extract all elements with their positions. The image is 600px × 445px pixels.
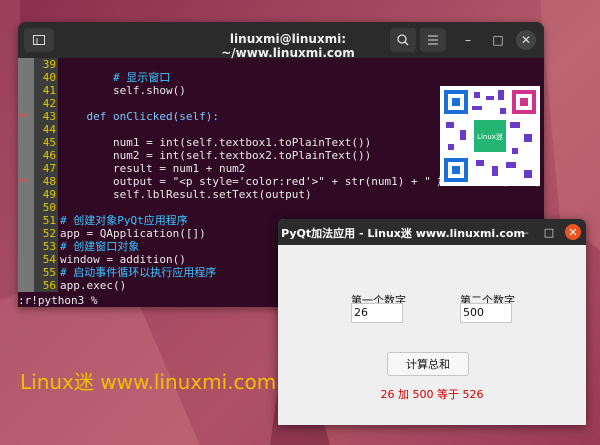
line-number: 44 xyxy=(34,123,58,136)
sign-column xyxy=(18,253,34,266)
close-button[interactable]: ✕ xyxy=(516,30,536,50)
code-text: # 启动事件循环以执行应用程序 xyxy=(60,266,217,279)
vim-command-line: :r!python3 % xyxy=(18,294,98,307)
qr-code: Linux迷 xyxy=(440,86,540,186)
terminal-titlebar: linuxmi@linuxmi: ~/www.linuxmi.com – □ ✕ xyxy=(18,22,544,60)
code-text: self.lblResult.setText(output) xyxy=(60,188,312,201)
code-text: self.show() xyxy=(60,84,186,97)
search-button[interactable] xyxy=(390,28,416,52)
result-label: 26 加 500 等于 526 xyxy=(380,388,484,401)
code-text: app = QApplication([]) xyxy=(60,227,206,240)
dialog-close-button[interactable]: ✕ xyxy=(565,224,581,240)
line-number: 47 xyxy=(34,162,58,175)
sign-column xyxy=(18,123,34,136)
line-number: 40 xyxy=(34,71,58,84)
watermark: Linux迷 www.linuxmi.com xyxy=(20,370,277,394)
code-text: # 创建对象PyQt应用程序 xyxy=(60,214,188,227)
line-number: 55 xyxy=(34,266,58,279)
sign-column: >> xyxy=(18,175,34,188)
code-text: app.exec() xyxy=(60,279,127,292)
line-number: 45 xyxy=(34,136,58,149)
line-number: 41 xyxy=(34,84,58,97)
line-number: 53 xyxy=(34,240,58,253)
line-number: 42 xyxy=(34,97,58,110)
sign-column xyxy=(18,188,34,201)
sign-column xyxy=(18,266,34,279)
hamburger-icon xyxy=(428,35,438,45)
line-number: 50 xyxy=(34,201,58,214)
line-number: 51 xyxy=(34,214,58,227)
sign-column xyxy=(18,71,34,84)
line-number: 39 xyxy=(34,58,58,71)
sign-column: >> xyxy=(18,110,34,123)
pyqt-dialog[interactable]: PyQt加法应用 - Linux迷 www.linuxmi.com – □ ✕ … xyxy=(278,219,586,425)
code-text: num1 = int(self.textbox1.toPlainText()) xyxy=(60,136,372,149)
calculate-sum-button[interactable]: 计算总和 xyxy=(387,352,469,376)
line-number: 56 xyxy=(34,279,58,292)
terminal-title: linuxmi@linuxmi: ~/www.linuxmi.com xyxy=(221,32,355,60)
sign-column xyxy=(18,58,34,71)
sign-column xyxy=(18,136,34,149)
menu-button[interactable] xyxy=(420,28,446,52)
sign-column xyxy=(18,279,34,292)
sign-column xyxy=(18,84,34,97)
sign-column xyxy=(18,97,34,110)
dialog-maximize-button[interactable]: □ xyxy=(541,224,557,240)
new-tab-icon xyxy=(33,35,45,45)
code-text: num2 = int(self.textbox2.toPlainText()) xyxy=(60,149,372,162)
code-text: result = num1 + num2 xyxy=(60,162,246,175)
qr-code-image: Linux迷 xyxy=(444,90,536,182)
line-number: 49 xyxy=(34,188,58,201)
sign-column xyxy=(18,201,34,214)
line-number: 52 xyxy=(34,227,58,240)
sign-column xyxy=(18,227,34,240)
line-number: 54 xyxy=(34,253,58,266)
code-text: # 创建窗口对象 xyxy=(60,240,140,253)
new-tab-button[interactable] xyxy=(24,28,54,52)
line-number: 48 xyxy=(34,175,58,188)
dialog-title: PyQt加法应用 - Linux迷 www.linuxmi.com xyxy=(281,227,525,240)
maximize-button[interactable]: □ xyxy=(488,30,508,50)
dialog-minimize-button[interactable]: – xyxy=(518,224,534,240)
sign-column xyxy=(18,214,34,227)
sign-column xyxy=(18,240,34,253)
second-number-input[interactable]: 500 xyxy=(460,303,512,323)
line-number: 43 xyxy=(34,110,58,123)
line-number: 46 xyxy=(34,149,58,162)
first-number-input[interactable]: 26 xyxy=(351,303,403,323)
sign-column xyxy=(18,149,34,162)
dialog-titlebar: PyQt加法应用 - Linux迷 www.linuxmi.com – □ ✕ xyxy=(278,219,586,245)
qr-logo-text: Linux迷 xyxy=(477,132,503,141)
code-text: window = addition() xyxy=(60,253,186,266)
code-text: # 显示窗口 xyxy=(60,71,171,84)
sign-column xyxy=(18,162,34,175)
minimize-button[interactable]: – xyxy=(458,30,478,50)
search-icon xyxy=(397,34,409,46)
code-text: def onClicked(self): xyxy=(60,110,219,123)
